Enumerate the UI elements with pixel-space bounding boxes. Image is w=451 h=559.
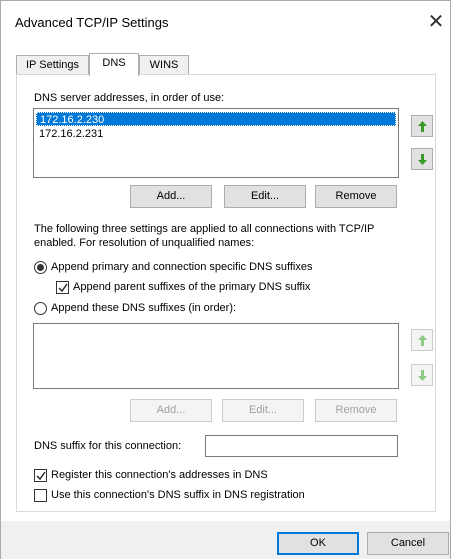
add-dns-server-button[interactable]: Add... [130, 185, 212, 208]
append-these-radio[interactable] [34, 302, 47, 315]
move-down-button[interactable] [411, 148, 433, 170]
append-these-label: Append these DNS suffixes (in order): [51, 302, 237, 314]
dialog-window: Advanced TCP/IP Settings ✕ IP Settings D… [0, 0, 451, 559]
register-addresses-checkbox[interactable] [34, 469, 47, 482]
remove-dns-server-button[interactable]: Remove [315, 185, 397, 208]
dns-suffix-input[interactable] [205, 435, 398, 457]
dns-servers-list[interactable]: 172.16.2.230 172.16.2.231 [33, 108, 399, 178]
tab-wins[interactable]: WINS [139, 55, 189, 75]
remove-suffix-button[interactable]: Remove [315, 399, 397, 422]
add-suffix-button[interactable]: Add... [130, 399, 212, 422]
suffix-move-down-button[interactable] [411, 364, 433, 386]
append-parent-label: Append parent suffixes of the primary DN… [73, 281, 311, 293]
dns-server-item[interactable]: 172.16.2.230 [36, 112, 396, 126]
edit-dns-server-button[interactable]: Edit... [224, 185, 306, 208]
arrow-up-icon [418, 335, 427, 346]
append-primary-radio[interactable] [34, 261, 47, 274]
append-primary-label: Append primary and connection specific D… [51, 261, 313, 273]
append-parent-checkbox[interactable] [56, 281, 69, 294]
use-suffix-registration-checkbox[interactable] [34, 489, 47, 502]
dns-suffix-label: DNS suffix for this connection: [34, 440, 182, 452]
arrow-up-icon [418, 121, 427, 132]
arrow-down-icon [418, 370, 427, 381]
move-up-button[interactable] [411, 115, 433, 137]
use-suffix-registration-label: Use this connection's DNS suffix in DNS … [51, 489, 305, 501]
register-addresses-label: Register this connection's addresses in … [51, 469, 268, 481]
cancel-button[interactable]: Cancel [367, 532, 449, 555]
checkmark-icon [36, 471, 46, 481]
close-icon[interactable]: ✕ [425, 9, 447, 35]
tab-dns[interactable]: DNS [89, 53, 139, 76]
dns-server-item[interactable]: 172.16.2.231 [36, 127, 396, 141]
dns-suffix-list[interactable] [33, 323, 399, 389]
window-title: Advanced TCP/IP Settings [15, 15, 169, 30]
info-text-line1: The following three settings are applied… [34, 223, 375, 235]
edit-suffix-button[interactable]: Edit... [222, 399, 304, 422]
title-bar[interactable]: Advanced TCP/IP Settings ✕ [1, 1, 450, 47]
tab-ip-settings[interactable]: IP Settings [16, 55, 89, 75]
dns-servers-label: DNS server addresses, in order of use: [34, 92, 225, 104]
info-text-line2: enabled. For resolution of unqualified n… [34, 237, 255, 249]
checkmark-icon [58, 283, 68, 293]
suffix-move-up-button[interactable] [411, 329, 433, 351]
ok-button[interactable]: OK [277, 532, 359, 555]
arrow-down-icon [418, 154, 427, 165]
